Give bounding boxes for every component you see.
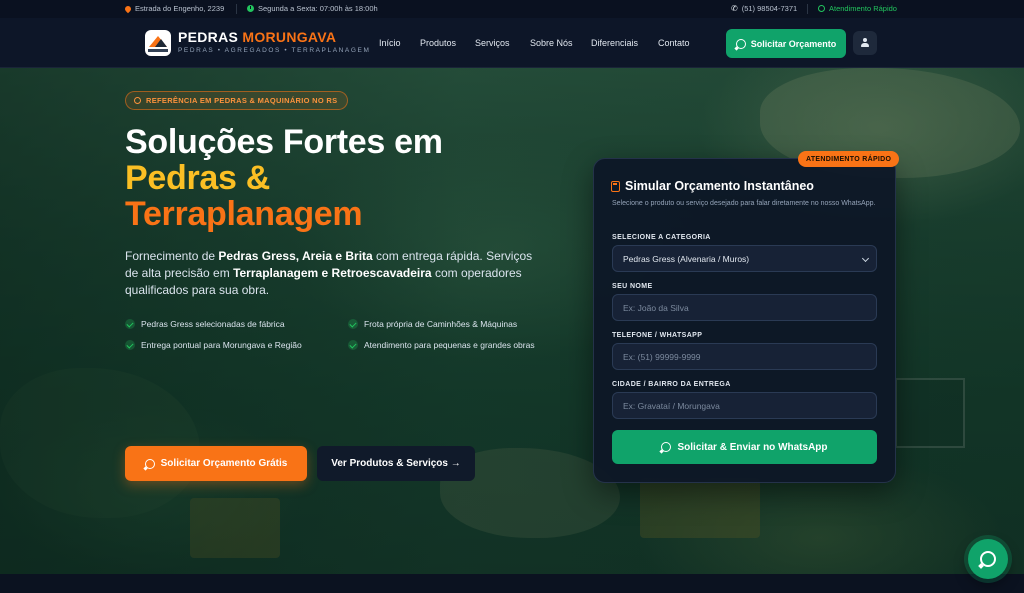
chevron-down-icon — [861, 254, 870, 263]
nav-link-produtos[interactable]: Produtos — [420, 38, 456, 48]
hero-quote-button[interactable]: Solicitar Orçamento Grátis — [125, 446, 307, 481]
clock-icon — [247, 5, 254, 12]
whatsapp-icon — [661, 442, 672, 452]
brand-name-part2: MORUNGAVA — [242, 29, 337, 45]
user-account-button[interactable] — [853, 31, 877, 55]
logo-base — [148, 49, 168, 52]
whatsapp-float-button[interactable] — [968, 539, 1008, 579]
phone-text: (51) 98504-7371 — [741, 4, 798, 13]
feature-text: Pedras Gress selecionadas de fábrica — [141, 319, 285, 329]
hero-title-line1: Soluções Fortes em — [125, 123, 443, 161]
form-title: Simular Orçamento Instantâneo — [611, 179, 814, 193]
name-label: SEU NOME — [612, 283, 653, 290]
hero-title-line3: Terraplanagem — [125, 195, 363, 233]
address-info: Estrada do Engenho, 2239 — [123, 4, 225, 13]
city-field-wrapper — [612, 392, 877, 419]
desc-highlight: Terraplanagem e Retroescavadeira — [233, 266, 432, 280]
phone-input[interactable] — [623, 351, 866, 362]
hero-description: Fornecimento de Pedras Gress, Areia e Br… — [125, 248, 545, 299]
check-icon — [125, 319, 135, 329]
nav-link-sobre[interactable]: Sobre Nós — [530, 38, 573, 48]
phone-icon: ✆ — [731, 3, 738, 13]
feature-item: Entrega pontual para Morungava e Região — [125, 340, 302, 350]
city-label: CIDADE / BAIRRO DA ENTREGA — [612, 381, 731, 388]
calculator-icon — [611, 180, 620, 192]
nav-link-contato[interactable]: Contato — [658, 38, 690, 48]
hero-products-label: Ver Produtos & Serviços → — [331, 458, 461, 469]
check-icon — [348, 319, 358, 329]
hero-products-button[interactable]: Ver Produtos & Serviços → — [317, 446, 475, 481]
divider — [236, 4, 237, 14]
user-icon — [860, 38, 870, 48]
feature-item: Pedras Gress selecionadas de fábrica — [125, 319, 285, 329]
nav-quote-label: Solicitar Orçamento — [750, 38, 837, 49]
feature-text: Atendimento para pequenas e grandes obra… — [364, 340, 535, 350]
mountain-shape — [155, 39, 167, 47]
phone-link[interactable]: ✆ (51) 98504-7371 — [731, 4, 797, 13]
feature-item: Frota própria de Caminhões & Máquinas — [348, 319, 517, 329]
name-input[interactable] — [623, 302, 866, 313]
hero-title-line2: Pedras & — [125, 159, 271, 197]
city-input[interactable] — [623, 400, 866, 411]
feature-item: Atendimento para pequenas e grandes obra… — [348, 340, 535, 350]
phone-label: TELEFONE / WHATSAPP — [612, 332, 703, 339]
feature-text: Entrega pontual para Morungava e Região — [141, 340, 302, 350]
section-divider — [0, 574, 1024, 593]
location-pin-icon — [123, 4, 133, 13]
nav-link-servicos[interactable]: Serviços — [475, 38, 510, 48]
check-icon — [125, 340, 135, 350]
desc-highlight: Pedras Gress, Areia e Brita — [218, 249, 373, 263]
category-select[interactable]: Pedras Gress (Alvenaria / Muros) — [612, 245, 877, 272]
whatsapp-icon — [980, 551, 996, 567]
hero-quote-label: Solicitar Orçamento Grátis — [160, 458, 288, 469]
fast-service-tag: ATENDIMENTO RÁPIDO — [798, 151, 900, 167]
form-subtitle: Selecione o produto ou serviço desejado … — [612, 200, 876, 207]
nav-quote-button[interactable]: Solicitar Orçamento — [726, 29, 846, 58]
form-submit-button[interactable]: Solicitar & Enviar no WhatsApp — [612, 430, 877, 464]
main-navbar: PEDRAS MORUNGAVA PEDRAS • AGREGADOS • TE… — [0, 18, 1024, 68]
whatsapp-link[interactable]: Atendimento Rápido — [818, 4, 897, 13]
nav-link-diferenciais[interactable]: Diferenciais — [591, 38, 638, 48]
brand-logo[interactable] — [145, 30, 171, 56]
brand-wordmark[interactable]: PEDRAS MORUNGAVA PEDRAS • AGREGADOS • TE… — [178, 29, 370, 54]
brand-name-part1: PEDRAS — [178, 29, 239, 45]
whatsapp-icon — [818, 5, 825, 12]
brand-tagline: PEDRAS • AGREGADOS • TERRAPLANAGEM — [178, 47, 371, 54]
desc-text: Fornecimento de — [125, 249, 219, 263]
whatsapp-icon — [144, 458, 155, 469]
name-field-wrapper — [612, 294, 877, 321]
category-label: SELECIONE A CATEGORIA — [612, 234, 711, 241]
nav-link-inicio[interactable]: Início — [379, 38, 401, 48]
phone-field-wrapper — [612, 343, 877, 370]
feature-text: Frota própria de Caminhões & Máquinas — [364, 319, 518, 329]
hero-title: Soluções Fortes em Pedras & Terraplanage… — [125, 124, 565, 232]
award-icon — [134, 97, 141, 104]
form-submit-label: Solicitar & Enviar no WhatsApp — [677, 441, 828, 453]
whatsapp-text: Atendimento Rápido — [829, 4, 897, 13]
hours-text: Segunda a Sexta: 07:00h às 18:00h — [258, 4, 378, 13]
hero-badge: REFERÊNCIA EM PEDRAS & MAQUINÁRIO NO RS — [125, 91, 349, 110]
divider — [807, 4, 808, 14]
hours-info: Segunda a Sexta: 07:00h às 18:00h — [247, 4, 378, 13]
top-info-bar: Estrada do Engenho, 2239 Segunda a Sexta… — [0, 0, 1024, 18]
category-selected-value: Pedras Gress (Alvenaria / Muros) — [623, 253, 750, 264]
check-icon — [348, 340, 358, 350]
address-text: Estrada do Engenho, 2239 — [135, 4, 225, 13]
form-title-text: Simular Orçamento Instantâneo — [625, 179, 814, 193]
hero-badge-text: REFERÊNCIA EM PEDRAS & MAQUINÁRIO NO RS — [146, 96, 338, 105]
whatsapp-icon — [735, 38, 746, 49]
